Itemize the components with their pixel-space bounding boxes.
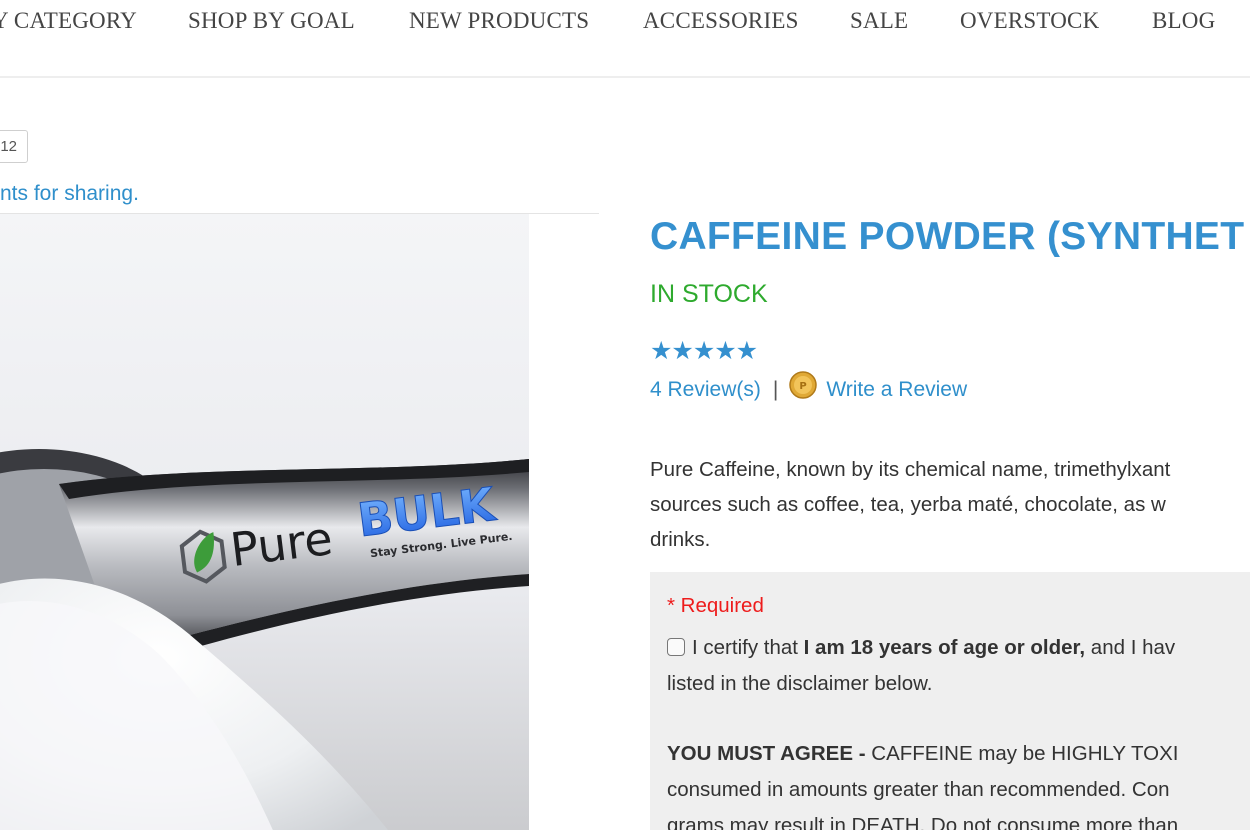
- nav-item-overstock[interactable]: OVERSTOCK: [960, 8, 1099, 34]
- nav-item-sale[interactable]: SALE: [850, 8, 908, 34]
- product-image[interactable]: Pure BULK Stay Strong. Live Pure.: [0, 213, 600, 830]
- certification-text: I certify that I am 18 years of age or o…: [667, 630, 1175, 702]
- sharing-rewards-link[interactable]: nts for sharing.: [0, 182, 139, 206]
- stock-status: IN STOCK: [650, 280, 768, 308]
- description-line: Pure Caffeine, known by its chemical nam…: [650, 458, 1171, 481]
- warning-line3: grams may result in DEATH. Do not consum…: [667, 814, 1179, 830]
- product-photo-scoop: Pure BULK Stay Strong. Live Pure.: [0, 214, 600, 830]
- reviews-line: 4 Review(s) | P Write a Review: [650, 371, 967, 402]
- product-description: Pure Caffeine, known by its chemical nam…: [650, 452, 1250, 557]
- reviews-separator: |: [772, 378, 779, 401]
- share-count-badge: 12: [0, 130, 28, 163]
- nav-item-shop-by-category[interactable]: Y CATEGORY: [0, 8, 137, 34]
- write-review-link[interactable]: Write a Review: [826, 378, 967, 402]
- nav-item-accessories[interactable]: ACCESSORIES: [643, 8, 799, 34]
- description-line: sources such as coffee, tea, yerba maté,…: [650, 493, 1166, 516]
- top-navigation: Y CATEGORY SHOP BY GOAL NEW PRODUCTS ACC…: [0, 0, 1250, 78]
- warning-line2: consumed in amounts greater than recomme…: [667, 778, 1170, 801]
- certify-text-bold: I am 18 years of age or older,: [803, 636, 1086, 659]
- reward-points-coin-icon: P: [789, 371, 818, 399]
- warning-bold: YOU MUST AGREE -: [667, 742, 866, 765]
- description-line: drinks.: [650, 528, 711, 551]
- certify-text-pre: I certify that: [692, 636, 804, 659]
- nav-item-new-products[interactable]: NEW PRODUCTS: [409, 8, 589, 34]
- reviews-count-link[interactable]: 4 Review(s): [650, 378, 761, 402]
- certify-text-post: and I hav: [1085, 636, 1176, 659]
- age-certification-panel: * Required I certify that I am 18 years …: [650, 572, 1250, 830]
- nav-item-shop-by-goal[interactable]: SHOP BY GOAL: [188, 8, 355, 34]
- nav-item-blog[interactable]: BLOG: [1152, 8, 1215, 34]
- rating-stars: ★★★★★: [650, 337, 758, 365]
- certify-text-line2: listed in the disclaimer below.: [667, 672, 933, 695]
- age-certify-checkbox[interactable]: [667, 638, 685, 656]
- svg-text:P: P: [800, 381, 807, 392]
- product-title: CAFFEINE POWDER (SYNTHET: [650, 215, 1245, 258]
- toxicity-warning: YOU MUST AGREE - CAFFEINE may be HIGHLY …: [667, 736, 1178, 830]
- warning-line1: CAFFEINE may be HIGHLY TOXI: [865, 742, 1179, 765]
- required-label: * Required: [667, 594, 764, 617]
